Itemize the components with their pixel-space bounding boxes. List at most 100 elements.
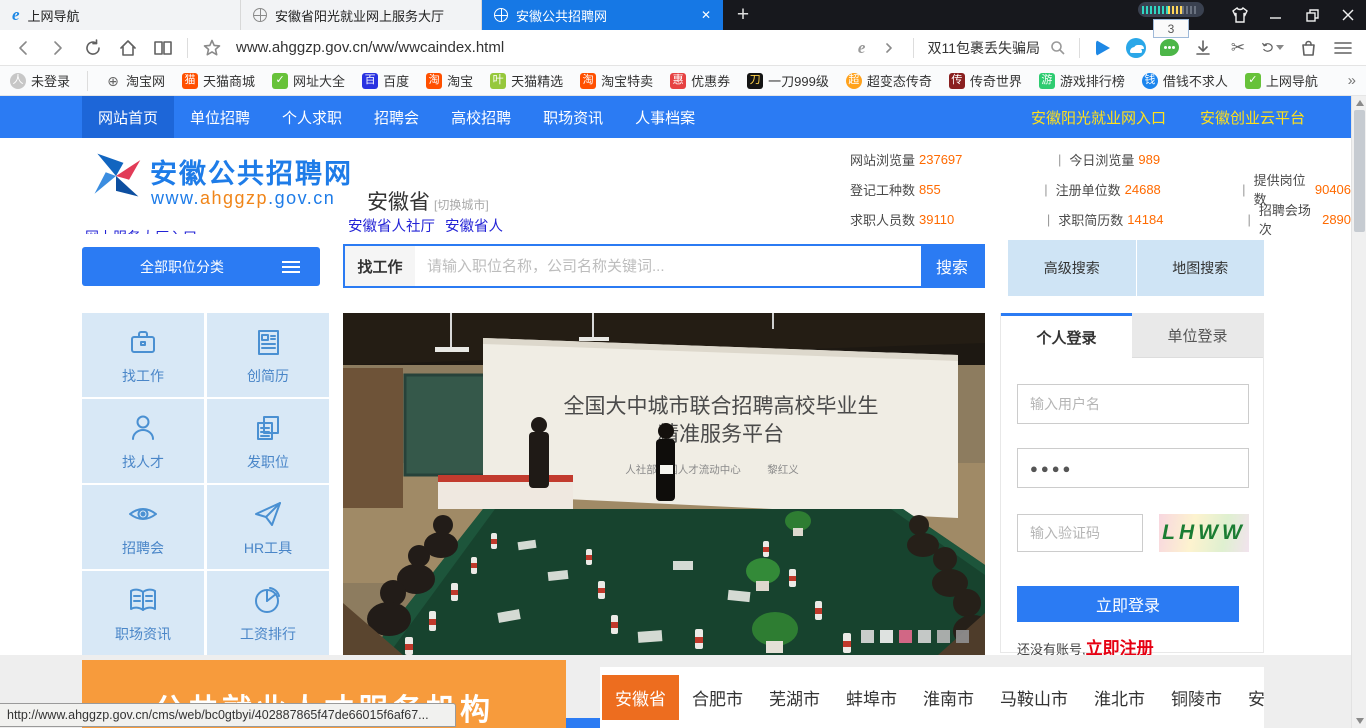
nav-company-recruit[interactable]: 单位招聘 — [174, 96, 266, 138]
map-search-button[interactable]: 地图搜索 — [1137, 240, 1265, 296]
tab-company-login[interactable]: 单位登录 — [1132, 313, 1263, 358]
city-tab-wuhu[interactable]: 芜湖市 — [756, 675, 833, 720]
username-field[interactable] — [1017, 384, 1249, 424]
bookmark-game-legend[interactable]: 超超变态传奇 — [846, 71, 932, 90]
menu-button[interactable] — [1332, 36, 1354, 60]
link-provincial-hr-dept[interactable]: 安徽省人社厅 — [348, 215, 435, 236]
bookmark-tmall-select[interactable]: 叶天猫精选 — [490, 71, 563, 90]
carousel-dot[interactable] — [918, 630, 931, 643]
city-tab-maanshan[interactable]: 马鞍山市 — [987, 675, 1081, 720]
tab-ahggzp-active[interactable]: 安徽公共招聘网 ✕ — [482, 0, 723, 30]
video-accel-button[interactable] — [1093, 38, 1113, 58]
carousel-dot[interactable] — [880, 630, 893, 643]
back-button[interactable] — [12, 36, 34, 60]
compat-mode-icon[interactable]: e — [858, 38, 866, 58]
city-tab-anhui[interactable]: 安徽省 — [602, 675, 679, 720]
nav-personal-jobs[interactable]: 个人求职 — [266, 96, 358, 138]
toolbar-search[interactable]: 双11包裹丢失骗局 — [927, 38, 1066, 58]
bookmark-tmall[interactable]: 猫天猫商城 — [182, 71, 255, 90]
city-tab-huaibei[interactable]: 淮北市 — [1081, 675, 1158, 720]
city-tab-anqing[interactable]: 安庆市 — [1235, 675, 1264, 720]
favorite-button[interactable] — [201, 36, 223, 60]
bookmark-nav-home[interactable]: ✓上网导航 — [1245, 71, 1318, 90]
tile-job-fair[interactable]: 招聘会 — [82, 485, 204, 569]
close-window-button[interactable] — [1330, 0, 1366, 30]
link-startup-cloud[interactable]: 安徽创业云平台 — [1200, 107, 1305, 128]
login-submit-button[interactable]: 立即登录 — [1017, 586, 1239, 622]
carousel-dot[interactable] — [861, 630, 874, 643]
tab-close-icon[interactable]: ✕ — [701, 8, 711, 22]
bookmark-loan[interactable]: 钱借钱不求人 — [1142, 71, 1228, 90]
compat-expand-button[interactable] — [878, 36, 900, 60]
carousel-dot[interactable] — [937, 630, 950, 643]
downloads-button[interactable] — [1192, 36, 1214, 60]
bookmark-game-knife[interactable]: 刀一刀999级 — [747, 71, 829, 90]
bookmark-taobao-sale[interactable]: 淘淘宝特卖 — [580, 71, 653, 90]
minimize-button[interactable] — [1258, 0, 1294, 30]
refresh-button[interactable] — [82, 36, 104, 60]
tile-hr-tools[interactable]: HR工具 — [207, 485, 329, 569]
messages-button[interactable] — [1159, 38, 1179, 58]
forward-button[interactable] — [47, 36, 69, 60]
bookmark-taobao-site[interactable]: ⊕淘宝网 — [105, 71, 165, 90]
nav-career-news[interactable]: 职场资讯 — [527, 96, 619, 138]
search-scope-label[interactable]: 找工作 — [345, 246, 415, 286]
carousel-dot[interactable] — [956, 630, 969, 643]
captcha-field[interactable] — [1017, 514, 1143, 552]
nav-home[interactable]: 网站首页 — [82, 96, 174, 138]
bookmarks-overflow-chevron[interactable]: » — [1348, 72, 1356, 89]
city-tab-huainan[interactable]: 淮南市 — [910, 675, 987, 720]
link-sunshine-portal[interactable]: 安徽阳光就业网入口 — [1031, 107, 1166, 128]
tile-find-job[interactable]: 找工作 — [82, 313, 204, 397]
switch-city-link[interactable]: [切换城市] — [434, 198, 489, 212]
site-logo[interactable] — [88, 148, 144, 209]
tile-salary-rank[interactable]: 工资排行 — [207, 571, 329, 655]
tile-find-talent[interactable]: 找人才 — [82, 399, 204, 483]
city-tab-bengbu[interactable]: 蚌埠市 — [833, 675, 910, 720]
tab-personal-login[interactable]: 个人登录 — [1001, 313, 1132, 358]
search-submit-button[interactable]: 搜索 — [921, 246, 983, 286]
app-market-button[interactable] — [1297, 36, 1319, 60]
cloud-sync-button[interactable] — [1126, 38, 1146, 58]
tab-sunshine-employment[interactable]: 安徽省阳光就业网上服务大厅 — [241, 0, 482, 30]
tile-career-news[interactable]: 职场资讯 — [82, 571, 204, 655]
undo-button[interactable] — [1262, 36, 1284, 60]
carousel-dot-active[interactable] — [899, 630, 912, 643]
nav-campus-recruit[interactable]: 高校招聘 — [435, 96, 527, 138]
job-search-input[interactable] — [415, 246, 921, 286]
tile-post-job[interactable]: 发职位 — [207, 399, 329, 483]
bookmark-login-status[interactable]: 人 未登录 — [10, 71, 70, 90]
nav-job-fair[interactable]: 招聘会 — [358, 96, 435, 138]
new-tab-button[interactable]: + — [723, 0, 763, 30]
city-tab-hefei[interactable]: 合肥市 — [679, 675, 756, 720]
skin-button[interactable] — [1222, 0, 1258, 30]
password-field[interactable] — [1017, 448, 1249, 488]
bookmark-coupons[interactable]: 惠优惠券 — [670, 71, 730, 90]
bookmark-legend-world[interactable]: 传传奇世界 — [949, 71, 1022, 90]
clip-button[interactable]: ✂ — [1227, 36, 1249, 60]
home-button[interactable] — [117, 36, 139, 60]
restore-button[interactable] — [1294, 0, 1330, 30]
bookmark-taobao[interactable]: 淘淘宝 — [426, 71, 473, 90]
bookmark-hao-sites[interactable]: ✓网址大全 — [272, 71, 345, 90]
bookmark-game-rank[interactable]: 游游戏排行榜 — [1039, 71, 1125, 90]
scrollbar-thumb[interactable] — [1354, 110, 1365, 232]
captcha-image[interactable]: LHWW — [1159, 514, 1249, 552]
banner-carousel[interactable]: 全国大中城市联合招聘高校毕业生 精准服务平台 人社部全国人才流动中心 黎红义 — [343, 313, 985, 655]
nav-hr-archive[interactable]: 人事档案 — [619, 96, 711, 138]
address-bar-url[interactable]: www.ahggzp.gov.cn/ww/wwcaindex.html — [236, 39, 504, 56]
tile-create-resume[interactable]: 创简历 — [207, 313, 329, 397]
city-tab-tongling[interactable]: 铜陵市 — [1158, 675, 1235, 720]
page-scrollbar[interactable] — [1351, 96, 1366, 728]
tab-nav-home[interactable]: e 上网导航 — [0, 0, 241, 30]
scroll-up-arrow-icon[interactable] — [1356, 100, 1364, 106]
toolbar-search-query[interactable]: 双11包裹丢失骗局 — [927, 38, 1040, 58]
all-categories-button[interactable]: 全部职位分类 — [82, 247, 320, 286]
link-provincial-talent[interactable]: 安徽省人 — [445, 215, 503, 236]
reading-mode-button[interactable] — [152, 36, 174, 60]
search-icon[interactable] — [1050, 40, 1066, 56]
scroll-down-arrow-icon[interactable] — [1356, 718, 1364, 724]
clipped-service-hall-link[interactable]: 网上服务大厅入口 — [85, 227, 197, 234]
bookmark-baidu[interactable]: 百百度 — [362, 71, 409, 90]
advanced-search-button[interactable]: 高级搜索 — [1008, 240, 1137, 296]
